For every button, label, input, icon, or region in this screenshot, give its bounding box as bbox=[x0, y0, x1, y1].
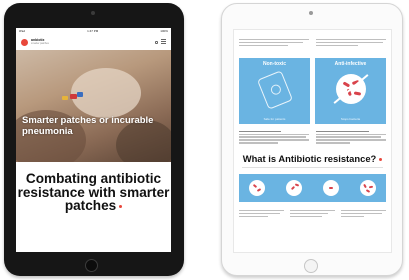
logo-icon[interactable] bbox=[21, 38, 28, 46]
section-heading: What is Antibiotic resistance? bbox=[234, 153, 391, 164]
card-title: Non-toxic bbox=[262, 60, 287, 67]
logo-tagline: smarter patches bbox=[31, 42, 49, 45]
bacteria-3-icon bbox=[322, 179, 339, 196]
card-title: Anti-infective bbox=[334, 60, 367, 67]
bottom-column-3 bbox=[341, 209, 386, 219]
front-camera bbox=[309, 11, 313, 15]
main-headline: Combating antibiotic resistance with sma… bbox=[16, 162, 171, 213]
card-caption: Stops bacteria bbox=[340, 116, 361, 121]
hero-headline: Smarter patches or incurable pneumonia bbox=[22, 115, 154, 137]
header-icons bbox=[155, 40, 166, 44]
main-headline-text: Combating antibiotic resistance with sma… bbox=[17, 171, 170, 213]
home-button[interactable] bbox=[85, 259, 98, 272]
feature-card-anti-infective[interactable]: Anti-infective Stops bacteria bbox=[315, 57, 386, 124]
bottom-column-2 bbox=[290, 209, 335, 219]
feature-text-left bbox=[239, 130, 309, 145]
patch-icon bbox=[256, 69, 294, 110]
intro-column-left bbox=[239, 39, 309, 48]
feature-card-non-toxic[interactable]: Non-toxic Safe for patients bbox=[239, 57, 310, 124]
bottom-text-columns bbox=[234, 209, 391, 219]
bottom-column-1 bbox=[239, 209, 284, 219]
toy-block-blue bbox=[77, 92, 83, 97]
site-logo[interactable]: anbiotix smarter patches bbox=[31, 38, 49, 45]
tablet-right-screen: Non-toxic Safe for patients Anti-infecti… bbox=[233, 29, 392, 253]
section-heading-text: What is Antibiotic resistance? bbox=[242, 153, 377, 165]
toy-block-yellow bbox=[62, 96, 68, 100]
intro-column-right bbox=[316, 39, 386, 48]
status-battery: 100% bbox=[160, 29, 168, 33]
site-header: anbiotix smarter patches bbox=[16, 34, 171, 50]
accent-dot bbox=[379, 158, 383, 162]
accent-dot bbox=[119, 204, 123, 208]
tablet-right: Non-toxic Safe for patients Anti-infecti… bbox=[221, 3, 403, 276]
bacteria-4-icon bbox=[359, 179, 376, 196]
bacteria-2-icon bbox=[286, 179, 303, 196]
status-carrier: iPad bbox=[19, 29, 26, 33]
card-caption: Safe for patients bbox=[263, 116, 286, 121]
home-button[interactable] bbox=[304, 259, 318, 273]
status-time: 1:47 PM bbox=[87, 29, 99, 33]
toy-block-red bbox=[70, 94, 77, 99]
tablet-left-screen: iPad 1:47 PM 100% anbiotix smarter patch… bbox=[16, 28, 171, 252]
bacteria-icon-strip bbox=[239, 173, 386, 202]
tablet-left: iPad 1:47 PM 100% anbiotix smarter patch… bbox=[4, 3, 184, 276]
mail-icon[interactable] bbox=[155, 40, 158, 44]
feature-cards: Non-toxic Safe for patients Anti-infecti… bbox=[234, 57, 391, 124]
bacteria-1-icon bbox=[249, 179, 266, 196]
front-camera bbox=[91, 11, 95, 15]
intro-text-columns bbox=[234, 30, 391, 48]
menu-icon[interactable] bbox=[161, 40, 166, 42]
feature-text-columns bbox=[234, 130, 391, 145]
hero-image: Smarter patches or incurable pneumonia bbox=[16, 50, 171, 162]
divider bbox=[242, 167, 383, 168]
feature-text-right bbox=[316, 130, 386, 145]
